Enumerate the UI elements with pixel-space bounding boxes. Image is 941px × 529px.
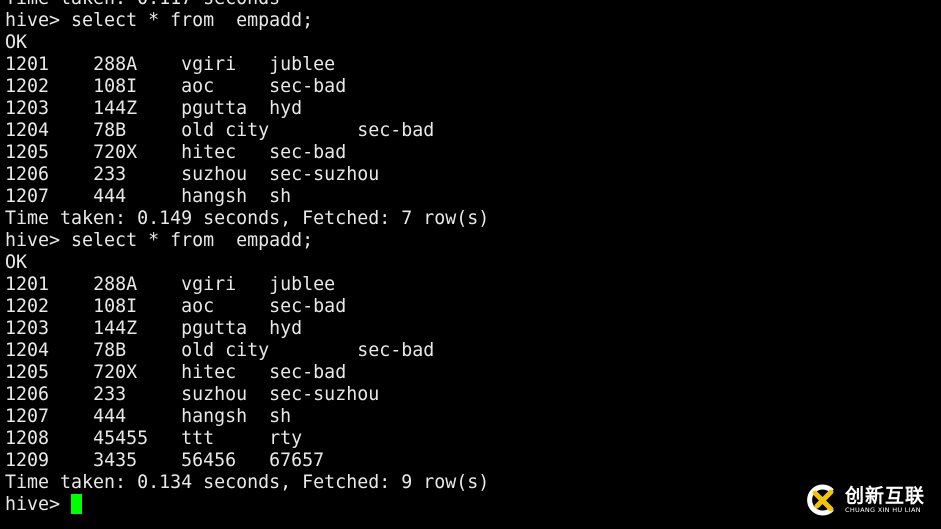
terminal-line: hive> select * from empadd; bbox=[5, 10, 314, 31]
terminal-line: hive> select * from empadd; bbox=[5, 230, 314, 251]
terminal-line: 1209 3435 56456 67657 bbox=[5, 450, 325, 471]
terminal-line: 1204 78B old city sec-bad bbox=[5, 120, 435, 141]
logo-name-cn: 创新互联 bbox=[845, 485, 926, 507]
terminal-line: 1206 233 suzhou sec-suzhou bbox=[5, 164, 380, 185]
terminal-line: Time taken: 0.134 seconds, Fetched: 9 ro… bbox=[5, 472, 490, 493]
terminal-line: 1208 45455 ttt rty bbox=[5, 428, 303, 449]
terminal-line: OK bbox=[5, 252, 28, 273]
terminal-line: 1202 108I aoc sec-bad bbox=[5, 296, 347, 317]
terminal-line: Time taken: 0.117 seconds bbox=[5, 0, 489, 10]
prompt-line[interactable]: hive> bbox=[5, 494, 489, 516]
terminal-line: 1201 288A vgiri jublee bbox=[5, 274, 336, 295]
logo-name-en: CHUANG XIN HU LIAN bbox=[845, 506, 921, 514]
terminal-line: 1207 444 hangsh sh bbox=[5, 186, 292, 207]
cursor bbox=[71, 494, 83, 514]
terminal-output[interactable]: Time taken: 0.117 secondshive> select * … bbox=[5, 0, 489, 516]
terminal-line: Time taken: 0.149 seconds, Fetched: 7 ro… bbox=[5, 208, 490, 229]
terminal-line: 1205 720X hitec sec-bad bbox=[5, 362, 347, 383]
prompt: hive> bbox=[5, 494, 72, 515]
terminal-line: 1203 144Z pgutta hyd bbox=[5, 98, 303, 119]
terminal-line: OK bbox=[5, 32, 28, 53]
terminal-line: 1202 108I aoc sec-bad bbox=[5, 76, 347, 97]
cx-logo-icon bbox=[807, 484, 834, 516]
terminal-line: 1204 78B old city sec-bad bbox=[5, 340, 435, 361]
terminal-line: 1201 288A vgiri jublee bbox=[5, 54, 336, 75]
terminal-line: 1206 233 suzhou sec-suzhou bbox=[5, 384, 380, 405]
terminal-line: 1207 444 hangsh sh bbox=[5, 406, 292, 427]
terminal-line: 1203 144Z pgutta hyd bbox=[5, 318, 303, 339]
terminal-line: 1205 720X hitec sec-bad bbox=[5, 142, 347, 163]
watermark-logo: 创新互联 CHUANG XIN HU LIAN bbox=[805, 483, 925, 517]
